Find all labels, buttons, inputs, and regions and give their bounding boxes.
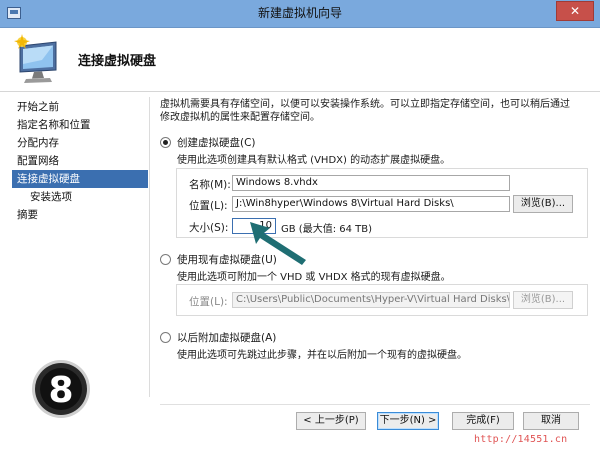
windows8-badge-icon: 8	[32, 360, 90, 418]
browse-button[interactable]: 浏览(B)...	[513, 195, 573, 213]
existing-disk-radio[interactable]	[160, 253, 171, 265]
cancel-button[interactable]: 取消	[523, 412, 579, 430]
wizard-sidebar: 开始之前 指定名称和位置 分配内存 配置网络 连接虚拟硬盘 安装选项 摘要	[12, 98, 148, 398]
sidebar-item-memory[interactable]: 分配内存	[12, 134, 148, 152]
close-button[interactable]: ✕	[556, 1, 594, 21]
sidebar-item-before-you-begin[interactable]: 开始之前	[12, 98, 148, 116]
new-monitor-icon	[14, 34, 57, 83]
previous-button[interactable]: < 上一步(P)	[296, 412, 366, 430]
existing-browse-button[interactable]: 浏览(B)...	[513, 291, 573, 309]
intro-text: 虚拟机需要具有存储空间，以便可以安装操作系统。可以立即指定存储空间，也可以稍后通…	[160, 98, 580, 124]
site-watermark: http://14551.cn	[474, 434, 568, 445]
attach-later-label: 以后附加虚拟硬盘(A)	[177, 331, 277, 344]
sidebar-item-network[interactable]: 配置网络	[12, 152, 148, 170]
footer-divider	[160, 404, 590, 405]
sidebar-item-install-options[interactable]: 安装选项	[12, 188, 148, 206]
intro-line-1: 虚拟机需要具有存储空间，以便可以安装操作系统。可以立即指定存储空间，也可以稍后通…	[160, 99, 570, 110]
name-label: 名称(M):	[189, 179, 231, 191]
wizard-header: 连接虚拟硬盘	[0, 28, 600, 92]
title-bar: 新建虚拟机向导 ✕	[0, 0, 600, 28]
create-disk-label: 创建虚拟硬盘(C)	[177, 136, 256, 149]
create-disk-description: 使用此选项创建具有默认格式 (VHDX) 的动态扩展虚拟硬盘。	[177, 155, 451, 166]
window-title: 新建虚拟机向导	[257, 6, 342, 20]
disk-name-input[interactable]: Windows 8.vhdx	[232, 175, 510, 191]
intro-line-2: 修改虚拟机的属性来配置存储空间。	[160, 112, 320, 123]
attach-later-radio[interactable]	[160, 331, 171, 343]
sidebar-item-summary[interactable]: 摘要	[12, 206, 148, 224]
create-disk-radio[interactable]	[160, 136, 171, 148]
next-button[interactable]: 下一步(N) >	[377, 412, 439, 430]
existing-location-input[interactable]: C:\Users\Public\Documents\Hyper-V\Virtua…	[232, 292, 510, 308]
disk-location-input[interactable]: J:\Win8hyper\Windows 8\Virtual Hard Disk…	[232, 196, 510, 212]
page-title: 连接虚拟硬盘	[78, 54, 157, 69]
sidebar-item-virtual-disk[interactable]: 连接虚拟硬盘	[12, 170, 148, 188]
finish-button[interactable]: 完成(F)	[452, 412, 514, 430]
wizard-content: 虚拟机需要具有存储空间，以便可以安装操作系统。可以立即指定存储空间，也可以稍后通…	[160, 98, 590, 361]
existing-location-label: 位置(L):	[189, 296, 228, 308]
badge-number: 8	[48, 370, 73, 411]
annotation-arrow-icon	[250, 222, 306, 265]
existing-disk-description: 使用此选项可附加一个 VHD 或 VHDX 格式的现有虚拟硬盘。	[177, 272, 451, 283]
existing-disk-group: 位置(L): C:\Users\Public\Documents\Hyper-V…	[176, 284, 588, 316]
size-label: 大小(S):	[189, 222, 229, 234]
create-disk-group: 名称(M): Windows 8.vhdx 位置(L): J:\Win8hype…	[176, 168, 588, 238]
create-disk-option[interactable]: 创建虚拟硬盘(C)	[160, 135, 256, 149]
sidebar-divider	[149, 97, 150, 397]
sidebar-item-name-location[interactable]: 指定名称和位置	[12, 116, 148, 134]
location-label: 位置(L):	[189, 200, 228, 212]
attach-later-description: 使用此选项可先跳过此步骤，并在以后附加一个现有的虚拟硬盘。	[177, 350, 467, 361]
attach-later-option[interactable]: 以后附加虚拟硬盘(A)	[160, 330, 276, 344]
